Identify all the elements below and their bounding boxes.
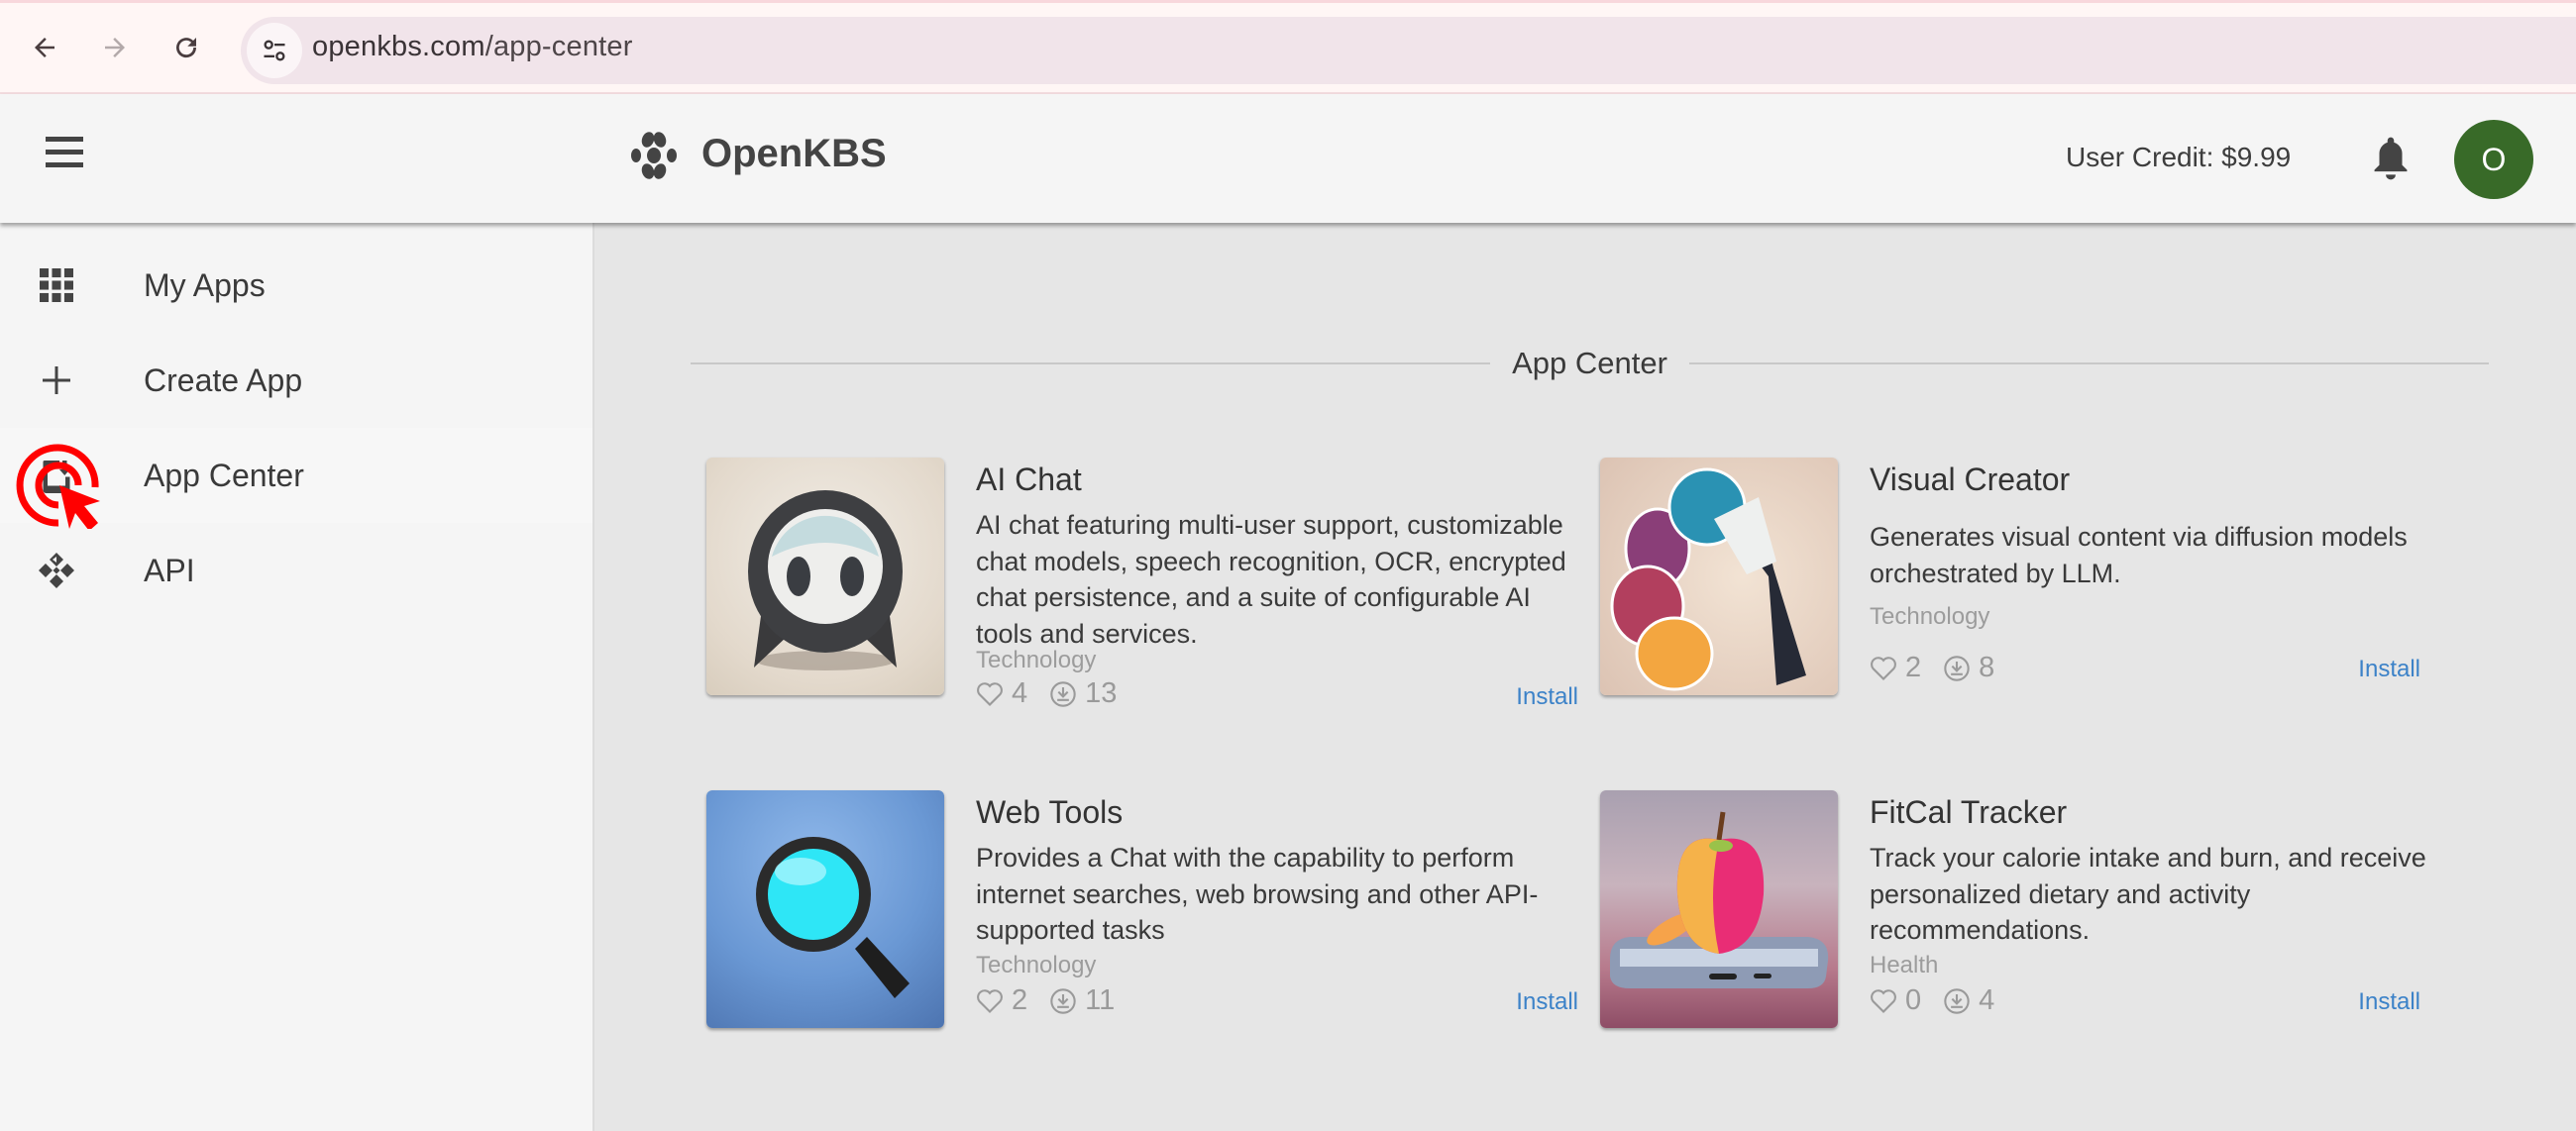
app-category: Technology [976, 952, 1097, 978]
app-description: AI chat featuring multi-user support, cu… [976, 510, 1566, 649]
download-circle-icon [1944, 655, 1970, 681]
menu-button[interactable] [46, 137, 83, 176]
apple-phone-icon [1610, 811, 1829, 988]
url-domain: openkbs.com [312, 31, 485, 62]
api-icon [36, 550, 77, 591]
likes-stat[interactable]: 4 [976, 677, 1027, 710]
arrow-left-icon [35, 38, 54, 57]
avatar[interactable]: O [2454, 120, 2533, 199]
back-button[interactable] [22, 25, 67, 70]
sidebar-item-api[interactable]: API [0, 523, 592, 618]
installs-stat: 11 [1049, 984, 1115, 1017]
reload-button[interactable] [163, 25, 209, 70]
sidebar-item-label: API [144, 552, 195, 588]
url-text[interactable]: openkbs.com/app-center [312, 31, 633, 63]
download-circle-icon [1944, 987, 1970, 1014]
app-description: Track your calorie intake and burn, and … [1870, 843, 2426, 945]
heart-icon [977, 988, 1003, 1013]
likes-count: 4 [1012, 677, 1028, 709]
sidebar-item-label: My Apps [144, 266, 266, 303]
app-category: Health [1870, 952, 1939, 978]
app-title[interactable]: Visual Creator [1870, 462, 2070, 498]
likes-stat[interactable]: 2 [976, 984, 1027, 1017]
user-credit: User Credit: $9.99 [2066, 142, 2292, 172]
app-card: Web Tools Provides a Chat with the capab… [706, 790, 1578, 1068]
heart-icon [1871, 988, 1896, 1013]
divider-line [691, 362, 1491, 364]
arrow-right-icon [105, 38, 125, 57]
sidebar: My Apps Create App App Center API [0, 223, 594, 1131]
installs-count: 11 [1085, 984, 1116, 1016]
plus-icon [36, 360, 77, 401]
heart-icon [1871, 656, 1896, 680]
reload-icon [176, 38, 197, 58]
main-content: App Center AI Chat AI chat featuring mul… [596, 223, 2576, 1131]
openkbs-logo-icon [631, 132, 677, 179]
installs-stat: 4 [1943, 984, 1994, 1017]
bell-icon[interactable] [2371, 136, 2411, 181]
menu-icon-bar [46, 162, 83, 167]
sidebar-item-create-app[interactable]: Create App [0, 333, 592, 428]
app-thumbnail-paint-brush[interactable] [1600, 458, 1838, 695]
section-divider: App Center [691, 338, 2490, 389]
grid-icon [36, 264, 77, 306]
menu-icon-bar [46, 150, 83, 154]
menu-icon-bar [46, 137, 83, 142]
app-stats: 2 11 [976, 984, 1136, 1017]
magnifier-icon [756, 837, 910, 998]
download-circle-icon [1050, 680, 1076, 707]
app-card: AI Chat AI chat featuring multi-user sup… [706, 458, 1578, 735]
address-bar[interactable]: openkbs.com/app-center [241, 17, 2576, 84]
app-title[interactable]: FitCal Tracker [1870, 794, 2067, 831]
sidebar-item-app-center[interactable]: App Center [0, 428, 592, 529]
installs-count: 8 [1979, 652, 1995, 683]
likes-count: 2 [1905, 652, 1922, 683]
app-title[interactable]: Web Tools [976, 794, 1123, 831]
installs-stat: 13 [1049, 677, 1117, 710]
app-category: Technology [976, 647, 1097, 673]
install-button[interactable]: Install [1516, 683, 1578, 711]
app-card: Visual Creator Generates visual content … [1600, 458, 2472, 735]
heart-icon [977, 681, 1003, 706]
app-header: OpenKBS User Credit: $9.99 O [0, 94, 2576, 223]
download-circle-icon [1050, 987, 1076, 1014]
app-card: FitCal Tracker Track your calorie intake… [1600, 790, 2472, 1068]
divider-line [1688, 362, 2490, 364]
likes-stat[interactable]: 0 [1870, 984, 1921, 1017]
app-category: Technology [1870, 603, 1990, 630]
brand-name[interactable]: OpenKBS [701, 132, 887, 176]
installs-count: 13 [1085, 677, 1118, 709]
likes-count: 2 [1012, 984, 1028, 1016]
app-stats: 0 4 [1870, 984, 2016, 1017]
app-thumbnail-apple-phone[interactable] [1600, 790, 1838, 1028]
site-info-button[interactable] [247, 23, 302, 78]
install-button[interactable]: Install [2358, 988, 2420, 1016]
app-description: Provides a Chat with the capability to p… [976, 843, 1539, 945]
installs-stat: 8 [1943, 652, 1994, 684]
app-thumbnail-magnifier[interactable] [706, 790, 944, 1028]
app-title[interactable]: AI Chat [976, 462, 1082, 498]
app-thumbnail-chat-bot[interactable] [706, 458, 944, 695]
browser-toolbar: openkbs.com/app-center [0, 0, 2576, 94]
install-button[interactable]: Install [2358, 656, 2420, 683]
likes-count: 0 [1905, 984, 1922, 1016]
install-mobile-icon [36, 455, 77, 496]
sidebar-item-my-apps[interactable]: My Apps [0, 238, 592, 333]
app-description: Generates visual content via diffusion m… [1870, 522, 2408, 588]
chat-bot-icon [748, 490, 903, 670]
url-path: /app-center [484, 31, 633, 62]
paint-brush-icon [1610, 467, 1806, 691]
tune-icon [264, 40, 285, 61]
app-stats: 2 8 [1870, 652, 2016, 684]
forward-button[interactable] [92, 25, 138, 70]
section-title: App Center [1512, 346, 1667, 380]
sidebar-item-label: Create App [144, 361, 303, 398]
sidebar-item-label: App Center [144, 457, 304, 493]
app-stats: 4 13 [976, 677, 1138, 710]
installs-count: 4 [1979, 984, 1995, 1016]
likes-stat[interactable]: 2 [1870, 652, 1921, 684]
install-button[interactable]: Install [1516, 988, 1578, 1016]
